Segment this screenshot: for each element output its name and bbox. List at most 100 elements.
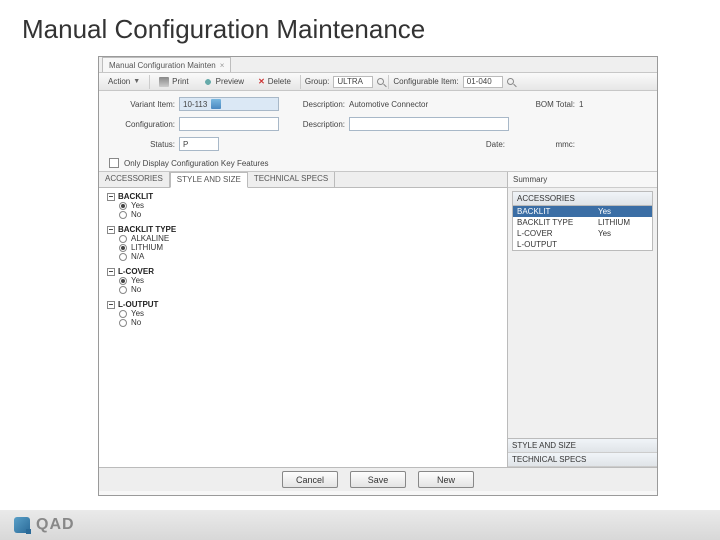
summary-row[interactable]: BACKLIT Yes	[513, 206, 652, 217]
variant-item-input[interactable]: 10-113	[179, 97, 279, 111]
summary-section-tech[interactable]: TECHNICAL SPECS	[508, 453, 657, 467]
delete-button[interactable]: ✕ Delete	[253, 75, 296, 88]
preview-icon	[203, 77, 213, 87]
configurable-item-value[interactable]: 01-040	[463, 76, 503, 88]
option-row[interactable]: ALKALINE	[107, 234, 499, 243]
radio-icon[interactable]	[119, 277, 127, 285]
summary-section-style[interactable]: STYLE AND SIZE	[508, 439, 657, 453]
summary-body: ACCESSORIES BACKLIT Yes BACKLIT TYPELITHI…	[508, 188, 657, 438]
summary-row[interactable]: L-OUTPUT	[513, 239, 652, 250]
delete-label: Delete	[268, 77, 291, 86]
qad-logo-icon	[14, 517, 30, 533]
brand-text: QAD	[36, 516, 75, 534]
print-icon	[159, 77, 169, 87]
option-row[interactable]: Yes	[107, 201, 499, 210]
group-header[interactable]: –L-OUTPUT	[107, 300, 499, 309]
group-header[interactable]: –L-COVER	[107, 267, 499, 276]
summary-key: BACKLIT TYPE	[517, 218, 594, 227]
radio-icon[interactable]	[119, 319, 127, 327]
summary-row[interactable]: L-COVER Yes	[513, 228, 652, 239]
radio-icon[interactable]	[119, 211, 127, 219]
option-row[interactable]: No	[107, 285, 499, 294]
action-label: Action	[108, 77, 130, 86]
summary-title: Summary	[508, 172, 657, 188]
group-name: L-OUTPUT	[118, 300, 158, 309]
toolbar-separator	[300, 75, 301, 89]
option-label: Yes	[131, 309, 144, 318]
option-label: ALKALINE	[131, 234, 169, 243]
group-name: BACKLIT	[118, 192, 153, 201]
print-button[interactable]: Print	[154, 75, 193, 89]
group-header[interactable]: –BACKLIT	[107, 192, 499, 201]
option-label: No	[131, 318, 141, 327]
summary-value: Yes	[598, 207, 648, 216]
option-label: Yes	[131, 201, 144, 210]
toolbar-separator	[388, 75, 389, 89]
option-label: No	[131, 285, 141, 294]
option-row[interactable]: Yes	[107, 276, 499, 285]
collapse-icon[interactable]: –	[107, 301, 115, 309]
summary-key: L-COVER	[517, 229, 594, 238]
search-icon[interactable]	[377, 78, 384, 85]
key-features-checkbox[interactable]	[109, 158, 119, 168]
configuration-input[interactable]	[179, 117, 279, 131]
radio-icon[interactable]	[119, 235, 127, 243]
button-bar: Cancel Save New	[99, 467, 657, 491]
slide-title: Manual Configuration Maintenance	[0, 0, 720, 53]
new-button[interactable]: New	[418, 471, 474, 488]
left-pane: ACCESSORIES STYLE AND SIZE TECHNICAL SPE…	[99, 172, 507, 467]
radio-icon[interactable]	[119, 286, 127, 294]
tab-style-and-size[interactable]: STYLE AND SIZE	[170, 172, 248, 188]
description2-input[interactable]	[349, 117, 509, 131]
group-backlit-type: –BACKLIT TYPE ALKALINE LITHIUM N/A	[107, 225, 499, 261]
window-tabbar: Manual Configuration Mainten ×	[99, 57, 657, 73]
tab-technical-specs[interactable]: TECHNICAL SPECS	[248, 172, 335, 187]
panes: ACCESSORIES STYLE AND SIZE TECHNICAL SPE…	[99, 171, 657, 467]
group-header[interactable]: –BACKLIT TYPE	[107, 225, 499, 234]
option-row[interactable]: No	[107, 210, 499, 219]
preview-label: Preview	[216, 77, 244, 86]
option-row[interactable]: LITHIUM	[107, 243, 499, 252]
group-value[interactable]: ULTRA	[333, 76, 373, 88]
option-row[interactable]: N/A	[107, 252, 499, 261]
group-l-output: –L-OUTPUT Yes No	[107, 300, 499, 327]
window-tab[interactable]: Manual Configuration Mainten ×	[102, 57, 231, 72]
description2-label: Description:	[279, 120, 349, 129]
summary-section-accessories: ACCESSORIES BACKLIT Yes BACKLIT TYPELITHI…	[512, 191, 653, 251]
variant-item-label: Variant Item:	[109, 100, 179, 109]
configurable-item-label: Configurable Item:	[393, 77, 458, 86]
radio-icon[interactable]	[119, 202, 127, 210]
app-window: Manual Configuration Mainten × Action ▼ …	[98, 56, 658, 496]
date-label: Date:	[349, 140, 509, 149]
option-row[interactable]: Yes	[107, 309, 499, 318]
preview-button[interactable]: Preview	[198, 75, 249, 89]
action-menu[interactable]: Action ▼	[103, 75, 145, 88]
configuration-label: Configuration:	[109, 120, 179, 129]
option-label: LITHIUM	[131, 243, 163, 252]
cancel-button[interactable]: Cancel	[282, 471, 338, 488]
summary-row[interactable]: BACKLIT TYPELITHIUM	[513, 217, 652, 228]
radio-icon[interactable]	[119, 310, 127, 318]
summary-key: BACKLIT	[517, 207, 594, 216]
status-input[interactable]: P	[179, 137, 219, 151]
collapse-icon[interactable]: –	[107, 268, 115, 276]
lookup-icon[interactable]	[211, 99, 221, 109]
save-button[interactable]: Save	[350, 471, 406, 488]
collapse-icon[interactable]: –	[107, 193, 115, 201]
radio-icon[interactable]	[119, 244, 127, 252]
mmc-label: mmc:	[509, 140, 579, 149]
tab-accessories[interactable]: ACCESSORIES	[99, 172, 170, 187]
window-tab-title: Manual Configuration Mainten	[109, 61, 216, 70]
summary-value: Yes	[598, 229, 648, 238]
option-row[interactable]: No	[107, 318, 499, 327]
option-label: N/A	[131, 252, 144, 261]
collapse-icon[interactable]: –	[107, 226, 115, 234]
radio-icon[interactable]	[119, 253, 127, 261]
group-name: L-COVER	[118, 267, 154, 276]
close-icon[interactable]: ×	[220, 61, 225, 70]
group-l-cover: –L-COVER Yes No	[107, 267, 499, 294]
summary-section-header[interactable]: ACCESSORIES	[513, 192, 652, 206]
summary-footer: STYLE AND SIZE TECHNICAL SPECS	[508, 438, 657, 467]
description1-label: Description:	[279, 100, 349, 109]
search-icon[interactable]	[507, 78, 514, 85]
